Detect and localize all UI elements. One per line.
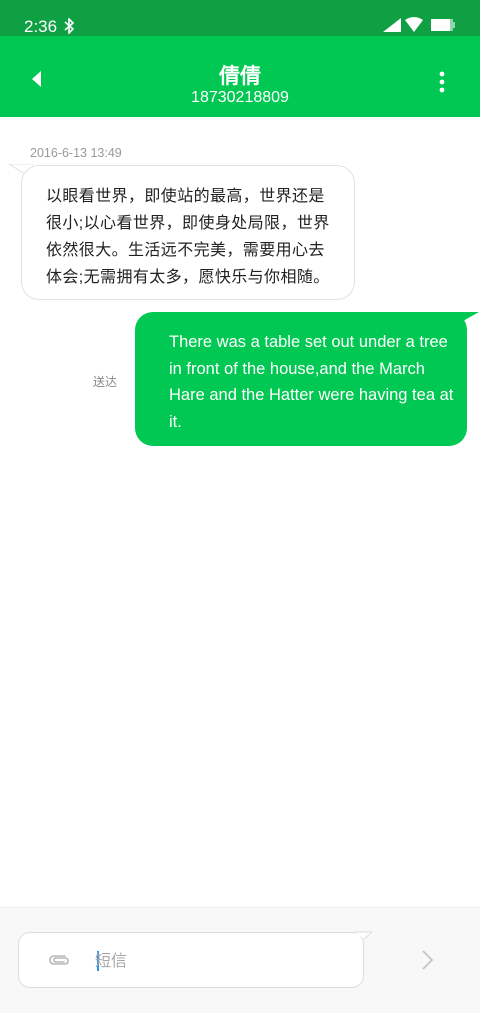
message-timestamp: 2016-6-13 13:49 [30, 146, 122, 160]
compose-area [0, 907, 480, 1013]
conversation-header: 倩倩 18730218809 [0, 36, 480, 117]
send-icon[interactable] [418, 948, 436, 972]
attach-icon[interactable] [47, 950, 71, 970]
sent-message-text: There was a table set out under a tree i… [169, 333, 454, 431]
message-input[interactable] [95, 941, 345, 979]
signal-icon [383, 18, 401, 32]
received-message-bubble[interactable]: 以眼看世界，即使站的最高，世界还是很小;以心看世界，即使身处局限，世界依然很大。… [21, 165, 355, 300]
delivery-status: 送达 [93, 375, 118, 389]
received-message-text: 以眼看世界，即使站的最高，世界还是很小;以心看世界，即使身处局限，世界依然很大。… [46, 188, 330, 286]
contact-number: 18730218809 [191, 89, 289, 106]
status-bar: 2:36 [0, 0, 480, 36]
battery-icon [431, 19, 455, 31]
wifi-icon [405, 17, 423, 32]
compose-box [18, 932, 364, 988]
sent-message-bubble[interactable]: There was a table set out under a tree i… [135, 312, 467, 446]
more-icon[interactable] [432, 70, 452, 94]
status-time: 2:36 [24, 17, 58, 36]
compose-box-corner [354, 931, 372, 940]
contact-name: 倩倩 [219, 65, 261, 88]
bluetooth-icon [64, 18, 74, 34]
